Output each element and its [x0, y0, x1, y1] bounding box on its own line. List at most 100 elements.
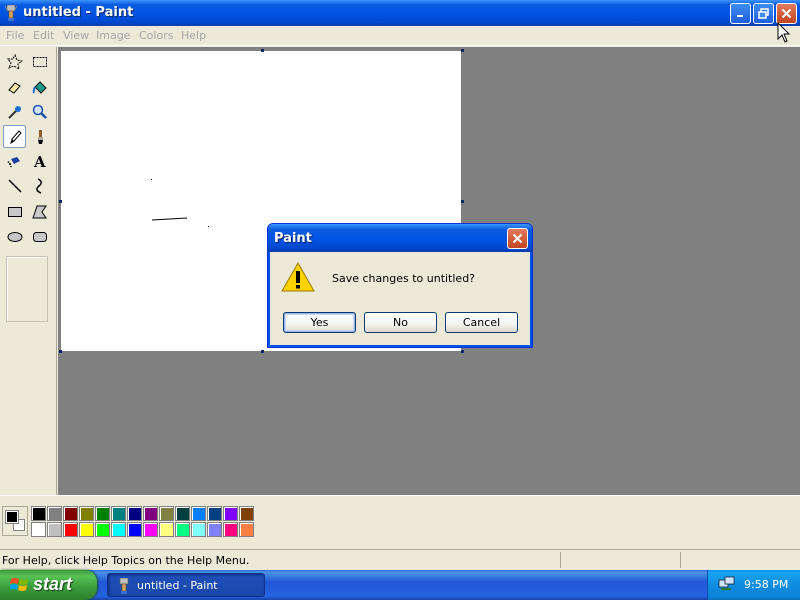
resize-handle-top-right[interactable]	[461, 49, 464, 52]
palette-swatch[interactable]	[95, 506, 110, 521]
resize-handle-bottom-right[interactable]	[461, 350, 464, 353]
curve-icon	[35, 177, 42, 194]
polygon-tool[interactable]	[28, 200, 51, 223]
brush-icon	[37, 129, 43, 144]
paint-brush-icon	[4, 4, 18, 21]
palette-swatch[interactable]	[159, 522, 174, 537]
status-selection-size	[680, 552, 800, 568]
yes-button[interactable]: Yes	[283, 312, 356, 333]
curve-tool[interactable]	[28, 174, 51, 197]
palette-swatch[interactable]	[47, 522, 62, 537]
palette-swatch[interactable]	[31, 522, 46, 537]
palette-swatch[interactable]	[95, 522, 110, 537]
menu-file[interactable]: File	[6, 29, 24, 42]
line-icon	[7, 178, 22, 193]
warning-icon	[281, 261, 315, 292]
taskbar-item-label: untitled - Paint	[137, 579, 218, 592]
ellipse-tool[interactable]	[3, 225, 26, 248]
menu-help[interactable]: Help	[181, 29, 206, 42]
no-button[interactable]: No	[364, 312, 437, 333]
magnifier-tool[interactable]	[28, 100, 51, 123]
clock[interactable]: 9:58 PM	[744, 578, 788, 591]
palette-swatch[interactable]	[63, 522, 78, 537]
dialog-titlebar[interactable]: Paint	[268, 224, 532, 252]
save-changes-dialog: Paint Save changes to untitled? Yes No C…	[267, 223, 533, 348]
palette-swatch[interactable]	[127, 522, 142, 537]
free-form-select-tool[interactable]	[3, 50, 26, 73]
polygon-icon	[31, 205, 47, 218]
menu-edit[interactable]: Edit	[33, 29, 54, 42]
rounded-rect-icon	[32, 231, 47, 242]
airbrush-icon	[7, 156, 20, 167]
dialog-message: Save changes to untitled?	[332, 272, 476, 285]
menu-image[interactable]: Image	[96, 29, 130, 42]
palette-swatch[interactable]	[207, 522, 222, 537]
palette-swatch[interactable]	[63, 506, 78, 521]
system-tray: 9:58 PM	[707, 570, 800, 600]
eraser-tool[interactable]	[3, 75, 26, 98]
status-bar: For Help, click Help Topics on the Help …	[0, 549, 800, 570]
palette-swatch[interactable]	[79, 506, 94, 521]
palette-swatch[interactable]	[239, 506, 254, 521]
rectangle-tool[interactable]	[3, 200, 26, 223]
palette-swatch[interactable]	[143, 506, 158, 521]
menu-view[interactable]: View	[63, 29, 89, 42]
resize-handle-bottom[interactable]	[261, 350, 264, 353]
foreground-color	[5, 510, 19, 524]
color-picker-tool[interactable]	[3, 100, 26, 123]
fill-bucket-icon	[32, 80, 47, 94]
palette-swatch[interactable]	[127, 506, 142, 521]
network-icon[interactable]	[718, 576, 736, 592]
rounded-rect-tool[interactable]	[28, 225, 51, 248]
palette-swatch[interactable]	[111, 506, 126, 521]
dialog-title: Paint	[274, 231, 312, 246]
minimize-icon	[737, 15, 743, 17]
line-tool[interactable]	[3, 174, 26, 197]
text-icon: A	[33, 153, 46, 169]
palette-swatch[interactable]	[239, 522, 254, 537]
palette-swatch[interactable]	[111, 522, 126, 537]
pencil-tool[interactable]	[3, 125, 26, 148]
resize-handle-right[interactable]	[461, 200, 464, 203]
palette-swatch[interactable]	[31, 506, 46, 521]
status-help-text: For Help, click Help Topics on the Help …	[2, 554, 250, 567]
menu-colors[interactable]: Colors	[139, 29, 173, 42]
current-colors[interactable]	[2, 506, 28, 536]
brush-tool[interactable]	[28, 125, 51, 148]
palette-swatch[interactable]	[143, 522, 158, 537]
start-button[interactable]: start	[0, 570, 97, 600]
tool-options-panel[interactable]	[6, 256, 48, 322]
dialog-close-button[interactable]	[507, 228, 528, 249]
palette-swatch[interactable]	[47, 506, 62, 521]
airbrush-tool[interactable]	[3, 149, 26, 172]
palette-swatch[interactable]	[191, 506, 206, 521]
window-titlebar[interactable]: untitled - Paint	[0, 0, 800, 26]
fill-bucket-tool[interactable]	[28, 75, 51, 98]
cancel-button[interactable]: Cancel	[445, 312, 518, 333]
palette-swatch[interactable]	[175, 522, 190, 537]
free-form-select-icon	[6, 53, 23, 70]
palette-swatch[interactable]	[175, 506, 190, 521]
text-tool[interactable]: A	[28, 149, 51, 172]
palette-swatch[interactable]	[191, 522, 206, 537]
rect-select-icon	[32, 56, 47, 67]
palette-swatch[interactable]	[207, 506, 222, 521]
palette-swatch[interactable]	[79, 522, 94, 537]
minimize-button[interactable]	[730, 3, 751, 24]
restore-button[interactable]	[753, 3, 774, 24]
taskbar-item-paint[interactable]: untitled - Paint	[107, 573, 265, 597]
close-button[interactable]	[776, 3, 797, 24]
palette-swatch[interactable]	[223, 506, 238, 521]
svg-text:A: A	[33, 153, 46, 169]
rect-select-tool[interactable]	[28, 50, 51, 73]
resize-handle-left[interactable]	[59, 200, 62, 203]
close-icon	[512, 233, 523, 244]
palette-swatch[interactable]	[159, 506, 174, 521]
resize-handle-bottom-left[interactable]	[59, 350, 62, 353]
resize-handle-top[interactable]	[261, 49, 264, 52]
magnifier-icon	[32, 104, 47, 119]
paint-brush-icon	[119, 578, 129, 594]
mouse-cursor-icon	[777, 22, 791, 43]
close-icon	[781, 8, 792, 19]
palette-swatch[interactable]	[223, 522, 238, 537]
